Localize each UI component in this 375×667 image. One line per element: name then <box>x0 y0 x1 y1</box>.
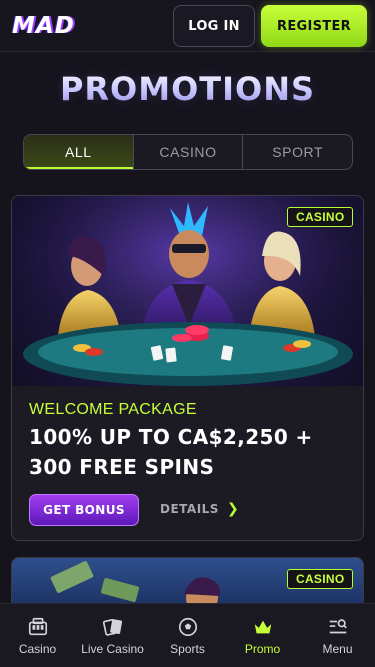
nav-item-promo[interactable]: Promo <box>225 604 300 667</box>
menu-search-icon <box>329 618 347 633</box>
promo-label: WELCOME PACKAGE <box>29 401 197 418</box>
nav-label: Casino <box>18 641 57 656</box>
details-link[interactable]: DETAILS ❯ <box>160 502 239 516</box>
nav-label: Live Casino <box>81 641 144 656</box>
nav-label: Sports <box>170 641 205 656</box>
nav-item-menu[interactable]: Menu <box>300 604 375 667</box>
get-bonus-button[interactable]: GET BONUS <box>29 494 139 526</box>
details-label: DETAILS <box>160 502 219 516</box>
register-button[interactable]: REGISTER <box>261 5 367 47</box>
category-badge: CASINO <box>287 569 354 589</box>
nav-item-live-casino[interactable]: Live Casino <box>75 604 150 667</box>
brand-logo[interactable]: MAD <box>12 12 75 40</box>
crown-icon <box>254 620 271 633</box>
soccer-ball-icon <box>178 617 197 636</box>
promo-filter-tabs: ALL CASINO SPORT <box>23 134 353 170</box>
nav-item-sports[interactable]: Sports <box>150 604 225 667</box>
tab-all[interactable]: ALL <box>24 135 134 169</box>
promo-card: CASINO WELCOME PACKAGE 100% UP TO CA$2,2… <box>11 195 364 541</box>
chevron-right-icon: ❯ <box>226 501 240 517</box>
promo-image: CASINO <box>12 196 363 386</box>
nav-label: Menu <box>322 641 353 656</box>
nav-label: Promo <box>244 641 281 656</box>
cards-icon <box>102 618 122 636</box>
casino-icon <box>28 617 47 635</box>
bottom-navigation: Casino Live Casino Sports Promo Menu <box>0 603 375 667</box>
page-title: PROMOTIONS <box>0 70 375 108</box>
nav-item-casino[interactable]: Casino <box>0 604 75 667</box>
category-badge: CASINO <box>287 207 354 227</box>
top-header: MAD LOG IN REGISTER <box>0 0 375 52</box>
promo-headline: 100% UP TO CA$2,250 + 300 FREE SPINS <box>29 425 313 479</box>
login-button[interactable]: LOG IN <box>173 5 255 47</box>
tab-sport[interactable]: SPORT <box>243 135 352 169</box>
tab-casino[interactable]: CASINO <box>134 135 244 169</box>
